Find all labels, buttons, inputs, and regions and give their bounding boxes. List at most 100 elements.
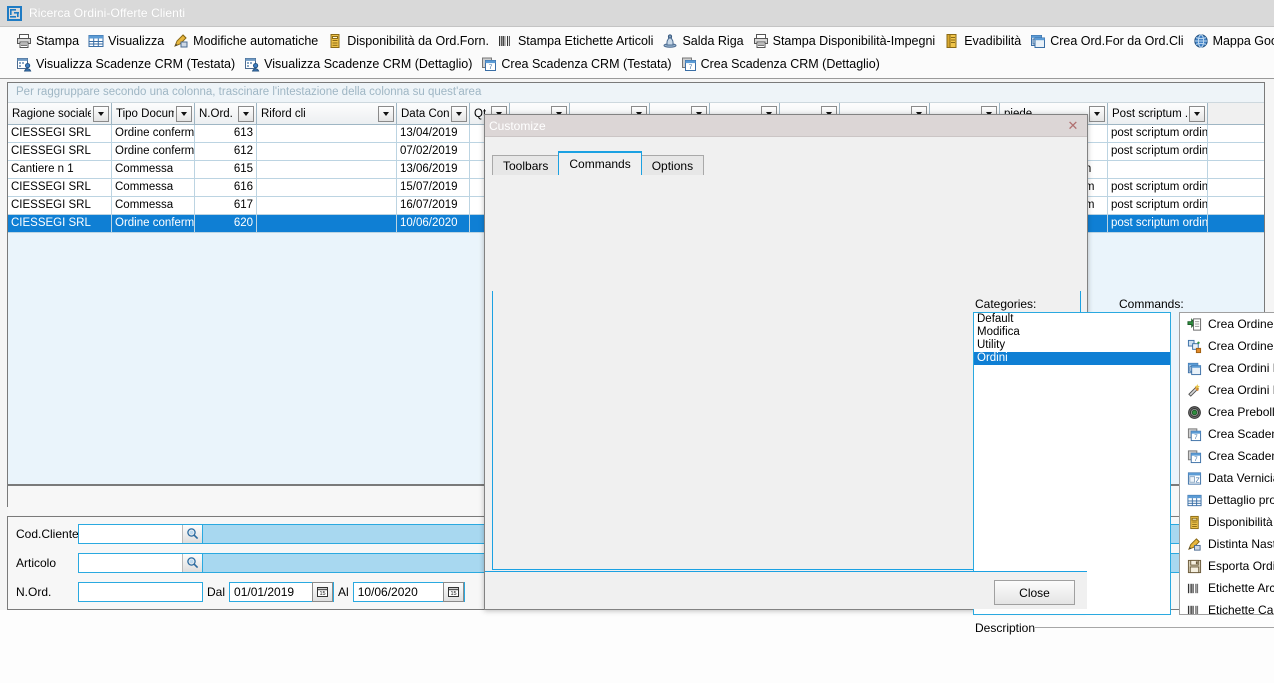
table-cell: CIESSEGI SRL	[8, 125, 112, 142]
toolbar-button-stampa-etichette-articoli[interactable]: Stampa Etichette Articoli	[498, 33, 653, 49]
chevron-down-icon[interactable]	[451, 105, 467, 122]
grid-column-header[interactable]: Data Cons.	[397, 103, 470, 124]
table-cell	[257, 179, 397, 196]
toolbar-button-modifiche-automatiche[interactable]: Modifiche automatiche	[173, 33, 318, 49]
command-item[interactable]: Dettaglio produzioni(ATP)	[1180, 489, 1274, 511]
table-cell: Commessa	[112, 161, 195, 178]
command-item[interactable]: Crea Ordine Cli da Ordine For	[1180, 313, 1274, 335]
command-item[interactable]: Disponibilità da Ord.Forn.	[1180, 511, 1274, 533]
command-item[interactable]: Distinta Nastri	[1180, 533, 1274, 555]
category-item[interactable]: Default	[974, 313, 1170, 326]
toolbar-button-mappa-google[interactable]: Mappa Google	[1193, 33, 1274, 49]
app-maze-icon	[6, 5, 23, 22]
table-cell: Ordine confermat	[112, 125, 195, 142]
chevron-down-icon[interactable]	[1189, 105, 1205, 122]
cod-cliente-input-wrap[interactable]	[78, 523, 203, 544]
grid-column-header[interactable]: Post scriptum ...	[1108, 103, 1208, 124]
categories-listbox[interactable]: Default Modifica Utility Ordini	[973, 312, 1171, 615]
barcode-icon	[1180, 603, 1208, 614]
table-cell: CIESSEGI SRL	[8, 179, 112, 196]
table-cell: post scriptum ordin	[1108, 125, 1208, 142]
al-datebox[interactable]: 10/06/2020 15	[352, 581, 465, 602]
group-by-hint[interactable]: Per raggruppare secondo una colonna, tra…	[8, 83, 1264, 103]
chevron-down-icon[interactable]	[93, 105, 109, 122]
dal-calendar-icon[interactable]: 15	[312, 581, 334, 602]
command-item[interactable]: Crea Prebolle	[1180, 401, 1274, 423]
command-item[interactable]: 7Crea Scadenza CRM (Dettaglio)	[1180, 423, 1274, 445]
chevron-down-icon[interactable]	[378, 105, 394, 122]
toolbar-button-crea-scadenza-crm-dettaglio[interactable]: 7 Crea Scadenza CRM (Dettaglio)	[681, 56, 880, 72]
toolbar-row-2: Visualizza Scadenze CRM (Testata) Visuali…	[0, 52, 1274, 75]
toolbar-button-stampa-disponibilit-impegni[interactable]: Stampa Disponibilità-Impegni	[753, 33, 935, 49]
window-copy-icon	[1180, 361, 1208, 376]
svg-text:15: 15	[319, 591, 325, 597]
dal-datebox[interactable]: 01/01/2019 15	[229, 581, 335, 602]
tab-label: Options	[651, 158, 694, 173]
tab-commands[interactable]: Commands	[558, 151, 642, 175]
cod-cliente-input[interactable]	[79, 524, 182, 543]
chevron-down-icon[interactable]	[238, 105, 254, 122]
category-item[interactable]: Modifica	[974, 326, 1170, 339]
toolbar-button-label: Disponibilità da Ord.Forn.	[347, 33, 489, 48]
toolbar-button-stampa[interactable]: Stampa	[16, 33, 79, 49]
toolbar-button-salda-riga[interactable]: Salda Riga	[662, 33, 744, 49]
command-item[interactable]: Crea Ordini For da Offerte	[1180, 357, 1274, 379]
toolbar-button-label: Crea Scadenza CRM (Testata)	[501, 56, 672, 71]
command-item[interactable]: Esporta Ordini OMS1	[1180, 555, 1274, 577]
toolbar-button-disponibilit-da-ord-forn[interactable]: Disponibilità da Ord.Forn.	[327, 33, 489, 49]
articolo-input[interactable]	[79, 553, 182, 572]
toolbar-row-1: Stampa Visualizza Modifiche automatiche Dis…	[0, 29, 1274, 52]
commands-scroll-area: Crea Ordine Cli da Ordine For Crea Ordine…	[1180, 313, 1274, 614]
magic-wand-icon	[1180, 383, 1208, 398]
tab-options[interactable]: Options	[640, 155, 705, 175]
grid-icon	[1180, 493, 1208, 508]
toolbar-button-evadibilit[interactable]: Evadibilità	[944, 33, 1021, 49]
nord-input-wrap[interactable]	[78, 581, 203, 602]
chevron-down-icon[interactable]	[176, 105, 192, 122]
command-item[interactable]: Etichette Archiviazione	[1180, 577, 1274, 599]
articolo-lookup-icon[interactable]	[182, 553, 202, 572]
tab-toolbars[interactable]: Toolbars	[492, 155, 560, 175]
command-item-label: Crea Ordini Forn. da Filiale	[1208, 383, 1274, 397]
grid-icon	[88, 33, 104, 49]
table-cell: Ordine confermat	[112, 215, 195, 232]
table-cell	[257, 125, 397, 142]
commands-listbox[interactable]: Crea Ordine Cli da Ordine For Crea Ordine…	[1179, 312, 1274, 615]
table-cell: Cantiere n 1	[8, 161, 112, 178]
grid-column-header[interactable]: Ragione sociale	[8, 103, 112, 124]
nord-input[interactable]	[79, 582, 202, 601]
toolbar-button-crea-scadenza-crm-testata[interactable]: 7 Crea Scadenza CRM (Testata)	[481, 56, 672, 72]
stamp-icon	[662, 33, 678, 49]
table-cell: 15/07/2019	[397, 179, 470, 196]
table-cell: Ordine confermat	[112, 143, 195, 160]
window-title: Ricerca Ordini-Offerte Clienti	[29, 6, 186, 20]
close-button[interactable]: Close	[994, 580, 1075, 605]
category-item[interactable]: Utility	[974, 339, 1170, 352]
book-icon	[944, 33, 960, 49]
cod-cliente-lookup-icon[interactable]	[182, 524, 202, 543]
command-item[interactable]: Crea Ordine Virtuale	[1180, 335, 1274, 357]
toolbar-button-visualizza-scadenze-crm-testata[interactable]: Visualizza Scadenze CRM (Testata)	[16, 56, 235, 72]
toolbar-button-label: Mappa Google	[1212, 33, 1274, 48]
command-item[interactable]: Crea Ordini Forn. da Filiale	[1180, 379, 1274, 401]
grid-column-header[interactable]: Riford cli	[257, 103, 397, 124]
chevron-down-icon[interactable]	[1089, 105, 1105, 122]
svg-text:7: 7	[688, 63, 692, 70]
grid-column-header[interactable]: N.Ord.	[195, 103, 257, 124]
grid-column-header[interactable]: Tipo Docum...	[112, 103, 195, 124]
command-item[interactable]: 7Crea Scadenza CRM (Testata)	[1180, 445, 1274, 467]
dialog-tab-strip: Toolbars Commands Options	[485, 151, 1087, 175]
table-cell: 612	[195, 143, 257, 160]
close-icon[interactable]: ✕	[1059, 115, 1087, 137]
toolbar-button-visualizza-scadenze-crm-dettaglio[interactable]: Visualizza Scadenze CRM (Dettaglio)	[244, 56, 472, 72]
al-calendar-icon[interactable]: 15	[442, 581, 464, 602]
toolbar-button-visualizza[interactable]: Visualizza	[88, 33, 164, 49]
articolo-input-wrap[interactable]	[78, 552, 203, 573]
command-item[interactable]: Z Data Verniciatura	[1180, 467, 1274, 489]
toolbar-button-crea-ord-for-da-ord-cli[interactable]: Crea Ord.For da Ord.Cli	[1030, 33, 1184, 49]
category-item[interactable]: Ordini	[974, 352, 1170, 365]
globe-icon	[1193, 33, 1209, 49]
grid-column-header-label: Data Cons.	[401, 107, 449, 120]
description-divider	[1035, 627, 1274, 628]
command-item[interactable]: Etichette Cartone Rgh	[1180, 599, 1274, 614]
